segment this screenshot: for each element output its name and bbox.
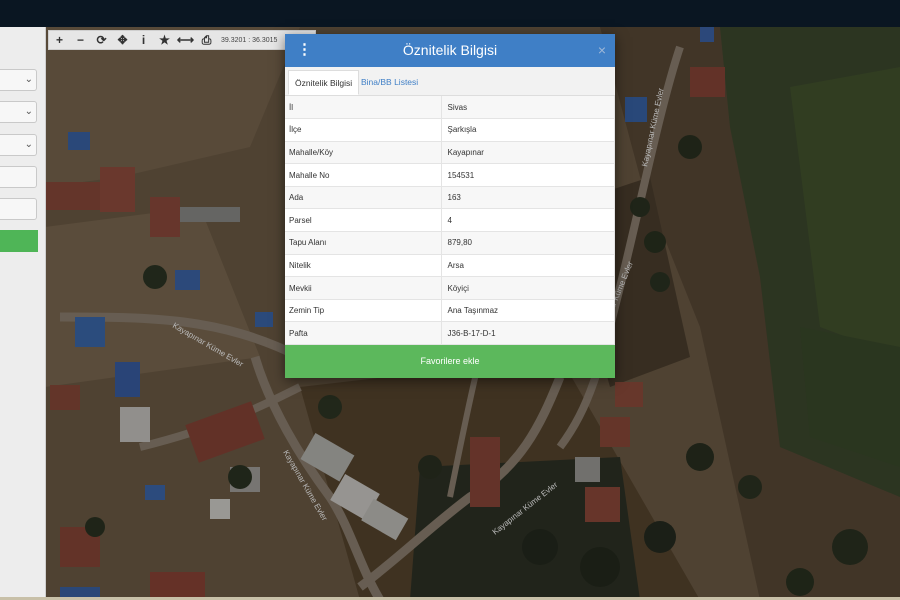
map-toolbar: + − ⟳ ✥ i ★ ⟷ ⎙ 39.3201 : 36.3015 — [48, 30, 316, 50]
star-icon[interactable]: ★ — [154, 31, 175, 49]
zoom-in-icon[interactable]: + — [49, 31, 70, 49]
side-select-2[interactable]: ⌄ — [0, 101, 37, 123]
zoom-out-icon[interactable]: − — [70, 31, 91, 49]
modal-header: ⋮ Öznitelik Bilgisi × — [285, 34, 615, 67]
side-query-button[interactable] — [0, 230, 38, 252]
table-row: Parsel 4 — [285, 208, 615, 233]
attribute-value: Kayapınar — [441, 141, 615, 165]
tab-attribute-info[interactable]: Öznitelik Bilgisi — [288, 70, 360, 95]
chevron-down-icon: ⌄ — [24, 74, 33, 85]
attribute-value: Ana Taşınmaz — [441, 299, 615, 323]
side-select-3[interactable]: ⌄ — [0, 134, 37, 156]
chevron-down-icon: ⌄ — [24, 106, 33, 117]
side-panel: ⌄ ⌄ ⌄ — [0, 27, 46, 600]
info-icon[interactable]: i — [133, 31, 154, 49]
attribute-label: Parsel — [285, 208, 442, 233]
attribute-value: 163 — [441, 186, 615, 210]
coordinate-readout: 39.3201 : 36.3015 — [221, 36, 278, 44]
side-input-2[interactable] — [0, 198, 37, 220]
chevron-down-icon: ⌄ — [24, 139, 33, 150]
attribute-label: Ada — [285, 186, 442, 210]
attribute-value: Arsa — [441, 254, 615, 278]
attribute-label: Mevkii — [285, 276, 442, 300]
table-row: Nitelik Arsa — [285, 254, 615, 278]
attribute-label: Mahalle No — [285, 163, 442, 187]
attribute-value: 154531 — [441, 163, 615, 187]
table-row: İl Sivas — [285, 96, 615, 120]
attribute-value: 4 — [441, 208, 615, 233]
table-row: Pafta J36-B-17-D-1 — [285, 321, 615, 346]
attribute-label: İlçe — [285, 118, 442, 142]
measure-icon[interactable]: ⟷ — [175, 31, 196, 49]
attribute-table: İl Sivas İlçe Şarkışla Mahalle/Köy Kayapınar M… — [285, 96, 615, 346]
attribute-value: J36-B-17-D-1 — [441, 321, 615, 346]
attribute-label: Zemin Tip — [285, 299, 442, 323]
attribute-label: Nitelik — [285, 254, 442, 278]
side-input-1[interactable] — [0, 166, 37, 188]
table-row: Mahalle No 154531 — [285, 163, 615, 187]
refresh-icon[interactable]: ⟳ — [91, 31, 112, 49]
table-row: Mevkii Köyiçi — [285, 276, 615, 300]
table-row: Zemin Tip Ana Taşınmaz — [285, 299, 615, 323]
attribute-info-modal: ⋮ Öznitelik Bilgisi × Öznitelik Bilgisi … — [285, 34, 615, 378]
close-icon[interactable]: × — [598, 42, 606, 58]
table-row: Ada 163 — [285, 186, 615, 210]
attribute-value: Köyiçi — [441, 276, 615, 300]
table-row: Tapu Alanı 879,80 — [285, 231, 615, 255]
top-navbar — [0, 0, 900, 27]
side-select-1[interactable]: ⌄ — [0, 69, 37, 91]
modal-title: Öznitelik Bilgisi — [402, 42, 498, 58]
attribute-value: Sivas — [441, 96, 615, 120]
add-to-favorites-button[interactable]: Favorilere ekle — [285, 345, 615, 378]
locate-icon[interactable]: ✥ — [112, 31, 133, 49]
attribute-label: Tapu Alanı — [285, 231, 442, 255]
print-icon[interactable]: ⎙ — [196, 31, 217, 49]
attribute-label: İl — [285, 96, 442, 120]
attribute-value: 879,80 — [441, 231, 615, 255]
attribute-value: Şarkışla — [441, 118, 615, 142]
attribute-label: Pafta — [285, 321, 442, 346]
table-row: İlçe Şarkışla — [285, 118, 615, 142]
modal-tabs: Öznitelik Bilgisi Bina/BB Listesi — [285, 67, 615, 96]
tab-building-list[interactable]: Bina/BB Listesi — [355, 70, 424, 95]
table-row: Mahalle/Köy Kayapınar — [285, 141, 615, 165]
attribute-label: Mahalle/Köy — [285, 141, 442, 165]
